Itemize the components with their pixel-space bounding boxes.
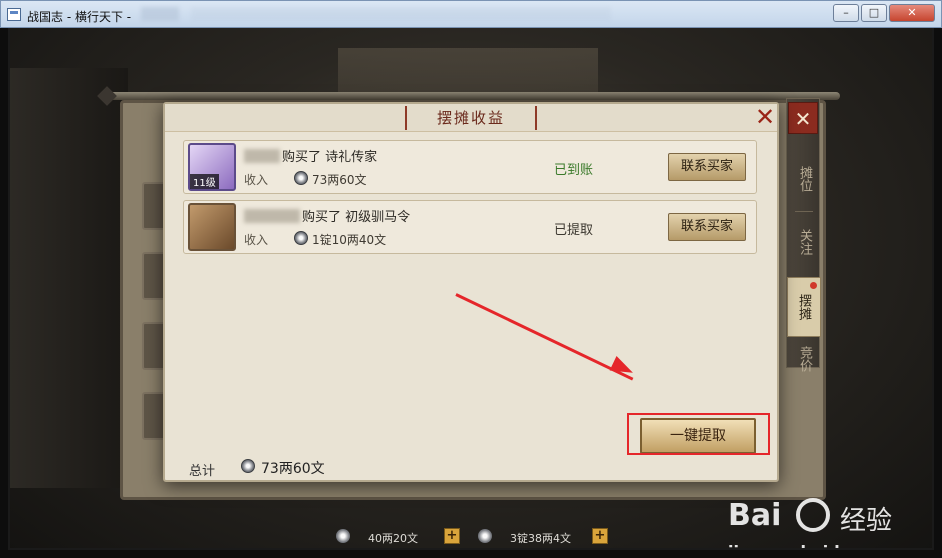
game-viewport: 摊位 关注 摆摊 竞价 ✕ 摆摊收益 ✕ 11级 购买了 诗礼传家 收入 73两… [8, 28, 934, 550]
blurred-title-part [141, 7, 179, 21]
blurred-tabs [191, 7, 611, 21]
viewport-frame [8, 28, 934, 550]
window-title: 战国志 - 横行天下 - [27, 10, 132, 24]
minimize-button[interactable]: – [833, 4, 859, 22]
window-titlebar: 战国志 - 横行天下 - – □ ✕ [0, 0, 942, 28]
close-button[interactable]: ✕ [889, 4, 935, 22]
maximize-button[interactable]: □ [861, 4, 887, 22]
app-icon [7, 8, 21, 21]
